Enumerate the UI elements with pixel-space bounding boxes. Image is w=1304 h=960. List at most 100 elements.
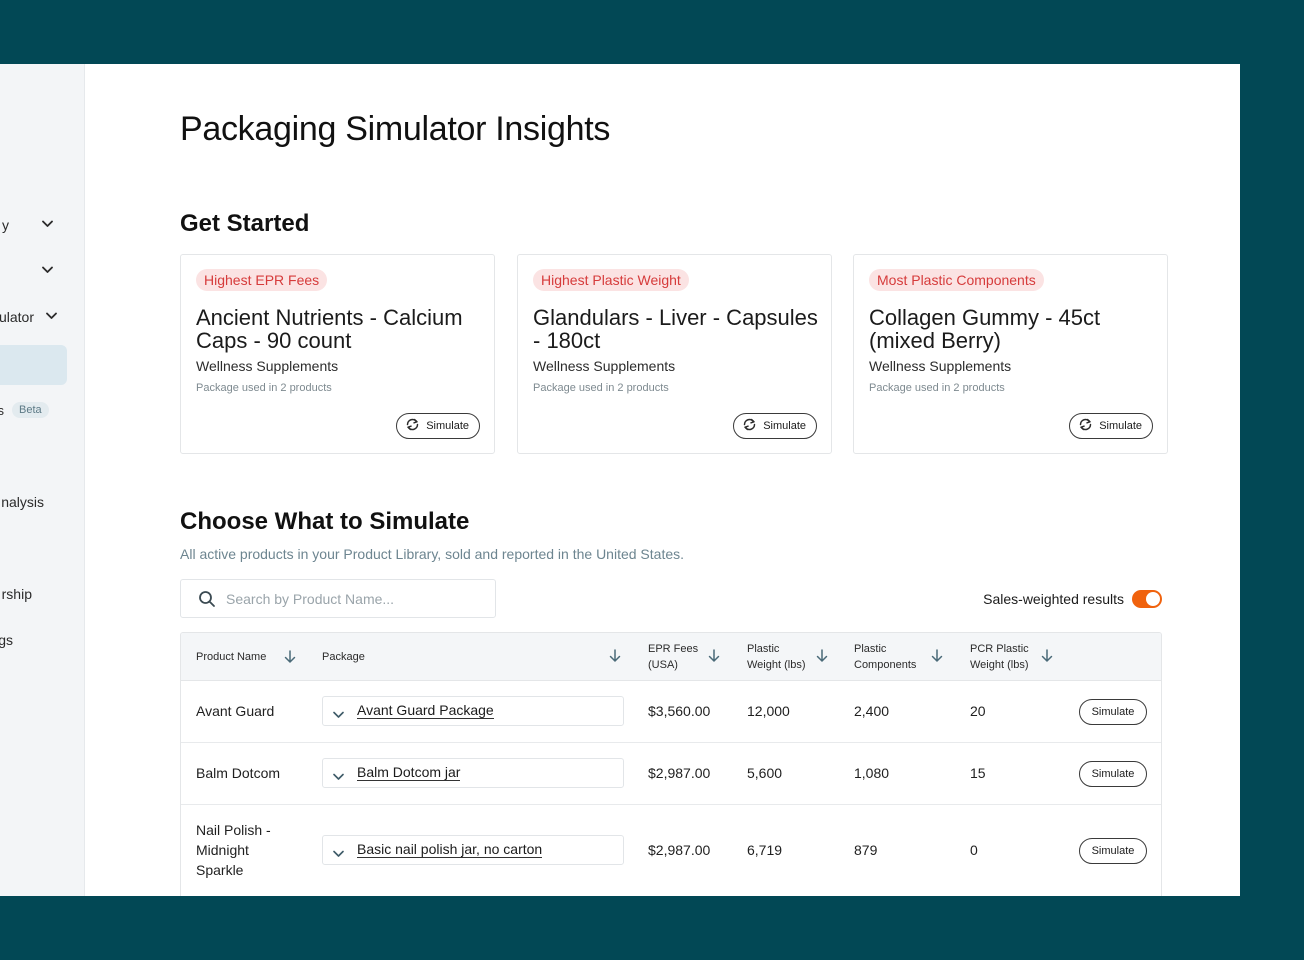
sort-down-icon[interactable] <box>1040 648 1054 664</box>
chevron-down-icon <box>333 845 344 863</box>
cell-product-name: Nail Polish - Midnight Sparkle <box>196 822 271 878</box>
sort-down-icon[interactable] <box>707 648 721 664</box>
choose-subtitle: All active products in your Product Libr… <box>180 546 685 562</box>
cell-plastic-components: 2,400 <box>854 703 890 719</box>
column-header-label: Package <box>322 651 365 663</box>
sidebar-item-simulator[interactable]: ulator <box>0 305 84 329</box>
simulate-button[interactable]: Simulate <box>1069 413 1153 439</box>
column-header-label: Plastic <box>854 643 887 655</box>
insight-tag: Highest EPR Fees <box>196 269 328 291</box>
sales-weighted-toggle-group: Sales-weighted results <box>983 590 1162 608</box>
insight-card: Most Plastic Components Collagen Gummy -… <box>853 254 1168 454</box>
chevron-down-icon <box>333 706 344 724</box>
app-window: y ulator s Beta nalysis rship <box>0 64 1240 896</box>
column-header-label: Product Name <box>196 651 267 663</box>
column-header-plastic-weight[interactable]: Plastic Weight (lbs) <box>747 641 805 673</box>
package-select[interactable]: Basic nail polish jar, no carton <box>322 835 624 865</box>
package-select[interactable]: Avant Guard Package <box>322 696 624 726</box>
insight-tag: Most Plastic Components <box>869 269 1044 291</box>
cell-plastic-weight: 6,719 <box>747 842 783 858</box>
sidebar-item-label: s <box>0 403 4 418</box>
table-row: Nail Polish - Midnight Sparkle Basic nai… <box>181 805 1161 896</box>
column-header-label: Weight (lbs) <box>747 659 806 671</box>
simulate-button[interactable]: Simulate <box>1079 838 1147 864</box>
table-header: Product Name Package EPR Fees (USA) Plas… <box>181 633 1161 681</box>
chevron-down-icon <box>46 312 57 322</box>
column-header-epr-fees[interactable]: EPR Fees (USA) <box>648 641 698 673</box>
chevron-down-icon <box>42 220 53 230</box>
cell-epr-fees: $3,560.00 <box>648 703 711 719</box>
sort-down-icon[interactable] <box>930 648 944 664</box>
card-category: Wellness Supplements <box>533 358 676 374</box>
card-product-name: Glandulars - Liver - Capsules - 180ct <box>533 305 818 353</box>
cell-pcr-weight: 15 <box>970 765 986 781</box>
simulate-button[interactable]: Simulate <box>396 413 480 439</box>
card-usage: Package used in 2 products <box>196 382 332 394</box>
chevron-down-icon <box>333 768 344 786</box>
sidebar-item-insights[interactable]: s Beta <box>0 398 84 422</box>
sidebar-item-label: nalysis <box>1 494 44 510</box>
insight-cards: Highest EPR Fees Ancient Nutrients - Cal… <box>180 254 1170 454</box>
column-header-package[interactable]: Package <box>322 649 365 665</box>
cell-plastic-weight: 12,000 <box>747 703 790 719</box>
sales-weighted-toggle[interactable] <box>1132 590 1162 608</box>
simulate-button-label: Simulate <box>1099 420 1142 432</box>
sort-down-icon[interactable] <box>608 648 622 664</box>
simulate-button-label: Simulate <box>763 420 806 432</box>
package-select-value: Avant Guard Package <box>357 702 494 719</box>
card-usage: Package used in 2 products <box>869 382 1005 394</box>
sidebar: y ulator s Beta nalysis rship <box>0 64 85 896</box>
cell-product-name: Balm Dotcom <box>196 765 281 781</box>
search-input[interactable] <box>226 588 486 610</box>
chevron-down-icon <box>42 266 53 276</box>
sidebar-item-active[interactable] <box>0 345 67 385</box>
package-select-value: Balm Dotcom jar <box>357 764 461 781</box>
sort-down-icon[interactable] <box>283 649 297 665</box>
package-select[interactable]: Balm Dotcom jar <box>322 758 624 788</box>
get-started-title: Get Started <box>180 210 310 237</box>
page-title: Packaging Simulator Insights <box>180 110 611 148</box>
package-select-value: Basic nail polish jar, no carton <box>357 841 543 858</box>
column-header-pcr-weight[interactable]: PCR Plastic Weight (lbs) <box>970 641 1029 673</box>
search-icon <box>198 590 216 608</box>
sidebar-item-label: ulator <box>0 309 34 325</box>
sidebar-item-label: rship <box>1 586 32 602</box>
search-box[interactable] <box>180 579 496 618</box>
card-category: Wellness Supplements <box>196 358 339 374</box>
sidebar-item-settings[interactable]: gs <box>0 628 84 652</box>
cell-pcr-weight: 20 <box>970 703 986 719</box>
products-table: Product Name Package EPR Fees (USA) Plas… <box>180 632 1162 896</box>
column-header-label: Weight (lbs) <box>970 659 1029 671</box>
simulate-button[interactable]: Simulate <box>733 413 817 439</box>
insight-card: Highest Plastic Weight Glandulars - Live… <box>517 254 832 454</box>
choose-title: Choose What to Simulate <box>180 508 470 535</box>
sidebar-item-library[interactable]: y <box>0 213 84 237</box>
card-product-name: Collagen Gummy - 45ct (mixed Berry) <box>869 305 1101 353</box>
toggle-knob <box>1146 592 1160 606</box>
cell-plastic-components: 1,080 <box>854 765 890 781</box>
cell-plastic-weight: 5,600 <box>747 765 783 781</box>
sidebar-item-label: gs <box>0 632 13 648</box>
cell-pcr-weight: 0 <box>970 842 978 858</box>
insight-card: Highest EPR Fees Ancient Nutrients - Cal… <box>180 254 495 454</box>
cell-plastic-components: 879 <box>854 842 878 858</box>
simulate-button-label: Simulate <box>426 420 469 432</box>
sort-down-icon[interactable] <box>815 648 829 664</box>
column-header-product-name[interactable]: Product Name <box>196 649 266 665</box>
toggle-label: Sales-weighted results <box>983 591 1124 607</box>
cell-epr-fees: $2,987.00 <box>648 842 711 858</box>
beta-badge: Beta <box>12 402 49 418</box>
cell-epr-fees: $2,987.00 <box>648 765 711 781</box>
refresh-icon <box>742 418 757 434</box>
column-header-label: Plastic <box>747 643 780 655</box>
sidebar-item-partnership[interactable]: rship <box>0 582 84 606</box>
card-product-name: Ancient Nutrients - Calcium Caps - 90 co… <box>196 305 463 353</box>
sidebar-item-analysis[interactable]: nalysis <box>0 490 84 514</box>
simulate-button[interactable]: Simulate <box>1079 761 1147 787</box>
sidebar-item-label: y <box>2 217 9 233</box>
simulate-button[interactable]: Simulate <box>1079 699 1147 725</box>
insight-tag: Highest Plastic Weight <box>533 269 689 291</box>
sidebar-item-2[interactable] <box>0 259 84 283</box>
column-header-plastic-components[interactable]: Plastic Components <box>854 641 916 673</box>
cell-product-name: Avant Guard <box>196 703 275 719</box>
